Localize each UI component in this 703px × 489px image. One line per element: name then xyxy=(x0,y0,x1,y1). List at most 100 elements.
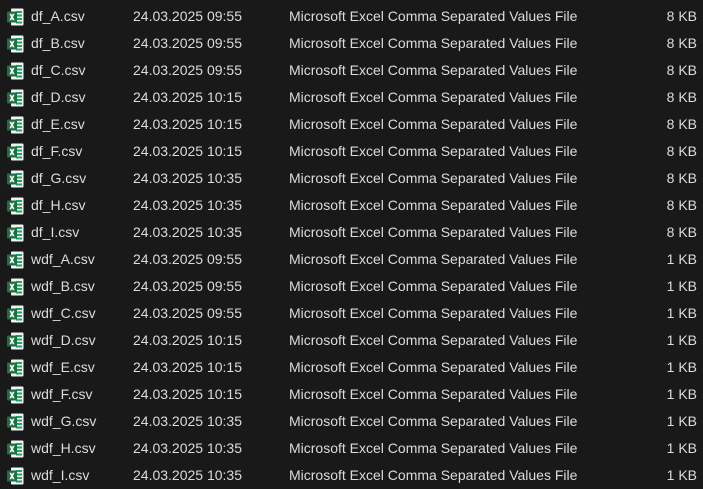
file-type: Microsoft Excel Comma Separated Values F… xyxy=(289,251,578,267)
file-name: wdf_B.csv xyxy=(31,278,95,294)
date-modified: 24.03.2025 10:35 xyxy=(133,197,242,213)
file-size: 1 KB xyxy=(666,278,697,294)
file-size: 1 KB xyxy=(666,386,697,402)
date-modified: 24.03.2025 10:15 xyxy=(133,332,242,348)
file-name: wdf_D.csv xyxy=(31,332,96,348)
file-name: wdf_E.csv xyxy=(31,359,95,375)
file-type: Microsoft Excel Comma Separated Values F… xyxy=(289,305,578,321)
excel-csv-icon xyxy=(7,89,24,107)
file-name: wdf_I.csv xyxy=(31,467,90,483)
file-row[interactable]: df_I.csv 24.03.2025 10:35 Microsoft Exce… xyxy=(0,219,703,246)
date-modified: 24.03.2025 09:55 xyxy=(133,62,242,78)
excel-csv-icon xyxy=(7,359,24,377)
file-size: 8 KB xyxy=(666,116,697,132)
date-modified: 24.03.2025 10:35 xyxy=(133,170,242,186)
file-name: wdf_C.csv xyxy=(31,305,96,321)
file-row[interactable]: wdf_C.csv 24.03.2025 09:55 Microsoft Exc… xyxy=(0,300,703,327)
file-type: Microsoft Excel Comma Separated Values F… xyxy=(289,332,578,348)
file-size: 1 KB xyxy=(666,440,697,456)
file-name: df_F.csv xyxy=(31,143,83,159)
file-name: wdf_F.csv xyxy=(31,386,93,402)
file-row[interactable]: df_G.csv 24.03.2025 10:35 Microsoft Exce… xyxy=(0,165,703,192)
file-type: Microsoft Excel Comma Separated Values F… xyxy=(289,413,578,429)
file-row[interactable]: df_H.csv 24.03.2025 10:35 Microsoft Exce… xyxy=(0,192,703,219)
file-type: Microsoft Excel Comma Separated Values F… xyxy=(289,467,578,483)
file-row[interactable]: df_E.csv 24.03.2025 10:15 Microsoft Exce… xyxy=(0,111,703,138)
file-size: 8 KB xyxy=(666,89,697,105)
file-row[interactable]: df_C.csv 24.03.2025 09:55 Microsoft Exce… xyxy=(0,57,703,84)
date-modified: 24.03.2025 10:35 xyxy=(133,413,242,429)
file-name: wdf_A.csv xyxy=(31,251,95,267)
file-size: 8 KB xyxy=(666,8,697,24)
file-type: Microsoft Excel Comma Separated Values F… xyxy=(289,197,578,213)
file-type: Microsoft Excel Comma Separated Values F… xyxy=(289,359,578,375)
date-modified: 24.03.2025 10:15 xyxy=(133,143,242,159)
file-type: Microsoft Excel Comma Separated Values F… xyxy=(289,89,578,105)
file-size: 1 KB xyxy=(666,413,697,429)
file-size: 8 KB xyxy=(666,170,697,186)
excel-csv-icon xyxy=(7,386,24,404)
file-row[interactable]: wdf_D.csv 24.03.2025 10:15 Microsoft Exc… xyxy=(0,327,703,354)
file-size: 8 KB xyxy=(666,35,697,51)
file-row[interactable]: df_D.csv 24.03.2025 10:15 Microsoft Exce… xyxy=(0,84,703,111)
file-size: 1 KB xyxy=(666,251,697,267)
file-name: df_I.csv xyxy=(31,224,80,240)
excel-csv-icon xyxy=(7,305,24,323)
file-name: df_G.csv xyxy=(31,170,87,186)
excel-csv-icon xyxy=(7,143,24,161)
date-modified: 24.03.2025 09:55 xyxy=(133,251,242,267)
file-size: 1 KB xyxy=(666,305,697,321)
file-type: Microsoft Excel Comma Separated Values F… xyxy=(289,278,578,294)
file-row[interactable]: df_A.csv 24.03.2025 09:55 Microsoft Exce… xyxy=(0,3,703,30)
date-modified: 24.03.2025 09:55 xyxy=(133,305,242,321)
file-size: 1 KB xyxy=(666,332,697,348)
file-type: Microsoft Excel Comma Separated Values F… xyxy=(289,440,578,456)
date-modified: 24.03.2025 10:15 xyxy=(133,359,242,375)
date-modified: 24.03.2025 10:15 xyxy=(133,116,242,132)
file-type: Microsoft Excel Comma Separated Values F… xyxy=(289,116,578,132)
file-size: 8 KB xyxy=(666,197,697,213)
excel-csv-icon xyxy=(7,116,24,134)
excel-csv-icon xyxy=(7,413,24,431)
date-modified: 24.03.2025 09:55 xyxy=(133,8,242,24)
date-modified: 24.03.2025 10:35 xyxy=(133,224,242,240)
excel-csv-icon xyxy=(7,8,24,26)
excel-csv-icon xyxy=(7,278,24,296)
excel-csv-icon xyxy=(7,170,24,188)
file-name: df_H.csv xyxy=(31,197,86,213)
file-row[interactable]: wdf_E.csv 24.03.2025 10:15 Microsoft Exc… xyxy=(0,354,703,381)
file-type: Microsoft Excel Comma Separated Values F… xyxy=(289,62,578,78)
excel-csv-icon xyxy=(7,62,24,80)
excel-csv-icon xyxy=(7,197,24,215)
file-row[interactable]: wdf_F.csv 24.03.2025 10:15 Microsoft Exc… xyxy=(0,381,703,408)
file-row[interactable]: wdf_H.csv 24.03.2025 10:35 Microsoft Exc… xyxy=(0,435,703,462)
file-name: df_C.csv xyxy=(31,62,86,78)
date-modified: 24.03.2025 10:35 xyxy=(133,467,242,483)
file-list: df_A.csv 24.03.2025 09:55 Microsoft Exce… xyxy=(0,0,703,489)
file-size: 1 KB xyxy=(666,359,697,375)
file-name: df_B.csv xyxy=(31,35,85,51)
file-type: Microsoft Excel Comma Separated Values F… xyxy=(289,35,578,51)
date-modified: 24.03.2025 10:15 xyxy=(133,89,242,105)
file-row[interactable]: wdf_G.csv 24.03.2025 10:35 Microsoft Exc… xyxy=(0,408,703,435)
file-size: 1 KB xyxy=(666,467,697,483)
file-name: df_E.csv xyxy=(31,116,85,132)
file-row[interactable]: wdf_I.csv 24.03.2025 10:35 Microsoft Exc… xyxy=(0,462,703,489)
date-modified: 24.03.2025 10:35 xyxy=(133,440,242,456)
file-type: Microsoft Excel Comma Separated Values F… xyxy=(289,224,578,240)
file-row[interactable]: wdf_B.csv 24.03.2025 09:55 Microsoft Exc… xyxy=(0,273,703,300)
file-row[interactable]: df_B.csv 24.03.2025 09:55 Microsoft Exce… xyxy=(0,30,703,57)
file-name: df_A.csv xyxy=(31,8,85,24)
excel-csv-icon xyxy=(7,224,24,242)
excel-csv-icon xyxy=(7,332,24,350)
file-type: Microsoft Excel Comma Separated Values F… xyxy=(289,386,578,402)
file-row[interactable]: df_F.csv 24.03.2025 10:15 Microsoft Exce… xyxy=(0,138,703,165)
file-row[interactable]: wdf_A.csv 24.03.2025 09:55 Microsoft Exc… xyxy=(0,246,703,273)
file-type: Microsoft Excel Comma Separated Values F… xyxy=(289,170,578,186)
file-name: wdf_G.csv xyxy=(31,413,97,429)
excel-csv-icon xyxy=(7,440,24,458)
excel-csv-icon xyxy=(7,35,24,53)
date-modified: 24.03.2025 10:15 xyxy=(133,386,242,402)
file-name: wdf_H.csv xyxy=(31,440,96,456)
date-modified: 24.03.2025 09:55 xyxy=(133,278,242,294)
